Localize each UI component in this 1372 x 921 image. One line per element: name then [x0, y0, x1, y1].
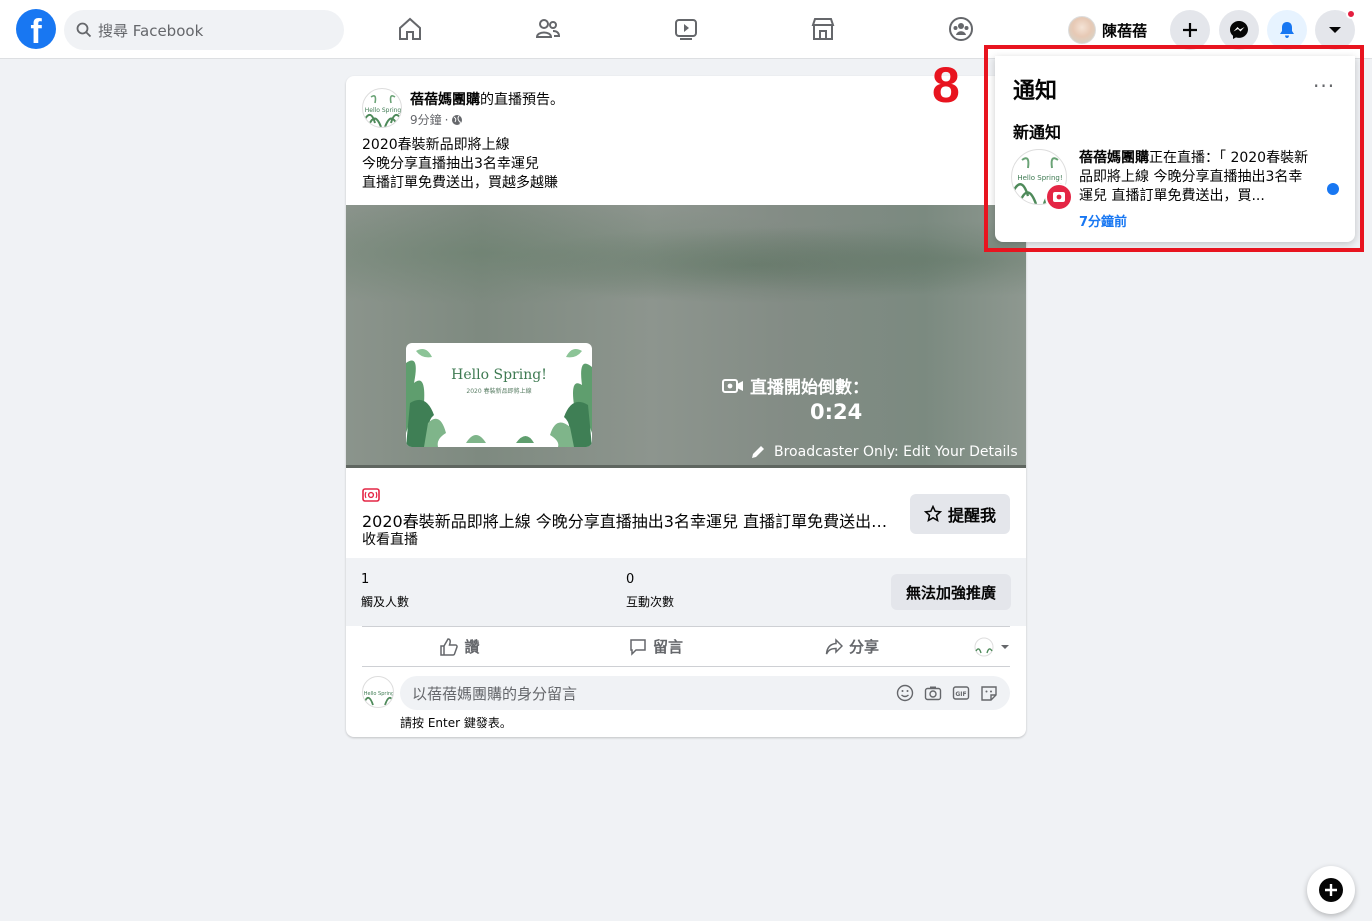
live-broadcast-icon [362, 488, 380, 502]
commenter-avatar: Hello Spring [362, 676, 394, 708]
search-placeholder: 搜尋 Facebook [98, 21, 204, 40]
svg-text:GIF: GIF [955, 691, 966, 698]
post-body-line: 直播訂單免費送出，買越多越賺 [362, 175, 558, 191]
like-button[interactable]: 讚 [362, 636, 558, 657]
share-label: 分享 [848, 638, 879, 656]
comment-icon [630, 638, 646, 656]
nav-friends-icon[interactable] [533, 14, 563, 44]
post-card: Hello Spring 蓓蓓媽團購的直播預告。 9分鐘 · 2020春裝新品即將… [346, 76, 1026, 737]
globe-icon [452, 114, 463, 125]
post-body-line: 2020春裝新品即將上線 [362, 137, 510, 153]
avatar [1068, 16, 1096, 44]
post-author-line: 蓓蓓媽團購的直播預告。 [410, 89, 564, 109]
comment-button[interactable]: 留言 [558, 636, 754, 657]
engagement-label: 互動次數 [626, 595, 675, 609]
engagement-number: 0 [626, 572, 635, 587]
create-button[interactable] [1170, 10, 1210, 50]
page-avatar[interactable]: Hello Spring [362, 88, 402, 128]
comment-hint: 請按 Enter 鍵發表。 [400, 716, 512, 730]
compose-plus-icon [1319, 878, 1343, 902]
broadcaster-edit-link[interactable]: Broadcaster Only: Edit Your Details [750, 444, 1018, 460]
live-subtitle: 收看直播 [362, 532, 418, 548]
emoji-icon[interactable] [896, 684, 914, 702]
post-as-selector[interactable] [950, 637, 1010, 657]
nav-groups-icon[interactable] [946, 14, 976, 44]
profile-name: 陳蓓蓓 [1102, 21, 1148, 40]
reach-stat: 1 觸及人數 [361, 572, 409, 610]
sticker-icon[interactable] [980, 684, 998, 702]
caret-down-icon [1001, 644, 1009, 649]
comment-composer: Hello Spring 以蓓蓓媽團購的身分留言 GIF [362, 676, 1010, 710]
thumbs-up-icon [440, 637, 459, 656]
bell-icon [1280, 22, 1294, 38]
messenger-button[interactable] [1219, 10, 1259, 50]
live-countdown: 直播開始倒數： 0:24 [722, 373, 869, 424]
unread-dot [1346, 9, 1356, 19]
nav-watch-icon[interactable] [671, 14, 701, 44]
messenger-icon [1230, 21, 1248, 39]
comment-placeholder: 以蓓蓓媽團購的身分留言 [412, 684, 578, 703]
remind-me-button[interactable]: 提醒我 [910, 494, 1010, 534]
video-camera-icon [722, 378, 743, 393]
facebook-logo[interactable]: f [16, 9, 56, 49]
like-label: 讚 [464, 638, 480, 656]
share-button[interactable]: 分享 [754, 636, 950, 657]
broadcaster-text: Broadcaster Only: Edit Your Details [774, 444, 1018, 460]
comment-input[interactable]: 以蓓蓓媽團購的身分留言 GIF [400, 676, 1010, 710]
boost-button[interactable]: 無法加強推廣 [891, 574, 1011, 610]
hello-spring-card: Hello Spring! 2020 春裝新品即將上線 [406, 343, 592, 447]
page-avatar-small-icon [974, 637, 994, 656]
live-title[interactable]: 2020春裝新品即將上線 今晚分享直播抽出3名幸運兒 直播訂單免費送出，買越多越… [362, 508, 892, 532]
new-message-button[interactable] [1307, 866, 1355, 914]
post-time[interactable]: 9分鐘 [410, 111, 442, 128]
profile-button[interactable]: 陳蓓蓓 [1068, 14, 1147, 46]
card-title: Hello Spring! [451, 367, 547, 383]
star-icon [923, 505, 942, 523]
countdown-time: 0:24 [810, 400, 863, 424]
remind-me-label: 提醒我 [947, 506, 996, 525]
step-number: 8 [932, 57, 960, 113]
highlight-box [984, 45, 1364, 252]
camera-icon[interactable] [924, 684, 942, 702]
nav-home-icon[interactable] [395, 14, 425, 44]
post-body: 2020春裝新品即將上線 今晚分享直播抽出3名幸運兒 直播訂單免費送出，買越多越… [362, 136, 558, 193]
countdown-label: 直播開始倒數： [750, 378, 869, 398]
notifications-button[interactable] [1267, 10, 1307, 50]
live-info: 2020春裝新品即將上線 今晚分享直播抽出3名幸運兒 直播訂單免費送出，買越多越… [346, 468, 1026, 558]
comment-label: 留言 [652, 638, 683, 656]
search-input[interactable]: 搜尋 Facebook [64, 10, 344, 50]
reach-number: 1 [361, 572, 370, 587]
card-subtitle: 2020 春裝新品即將上線 [466, 387, 531, 395]
post-title-suffix: 的直播預告。 [480, 92, 564, 108]
post-insights: 1 觸及人數 0 互動次數 無法加強推廣 [346, 558, 1026, 626]
live-video-preview[interactable]: Hello Spring! 2020 春裝新品即將上線 直播開始倒數： 0:24… [346, 205, 1026, 468]
svg-text:Hello Spring: Hello Spring [365, 107, 402, 114]
post-body-line: 今晚分享直播抽出3名幸運兒 [362, 156, 539, 172]
post-meta: 9分鐘 · [410, 111, 463, 128]
caret-down-icon [1329, 27, 1341, 33]
gif-icon[interactable]: GIF [952, 684, 970, 702]
pencil-icon [752, 446, 764, 458]
post-author[interactable]: 蓓蓓媽團購 [410, 92, 480, 108]
post-actions: 讚 留言 分享 [362, 626, 1010, 667]
search-icon [76, 22, 92, 38]
plus-icon [1183, 23, 1197, 37]
svg-text:Hello Spring: Hello Spring [364, 691, 394, 697]
nav-marketplace-icon[interactable] [808, 14, 838, 44]
engagement-stat: 0 互動次數 [626, 572, 674, 610]
account-menu-button[interactable] [1315, 9, 1356, 50]
share-icon [825, 637, 843, 654]
reach-label: 觸及人數 [361, 595, 410, 609]
